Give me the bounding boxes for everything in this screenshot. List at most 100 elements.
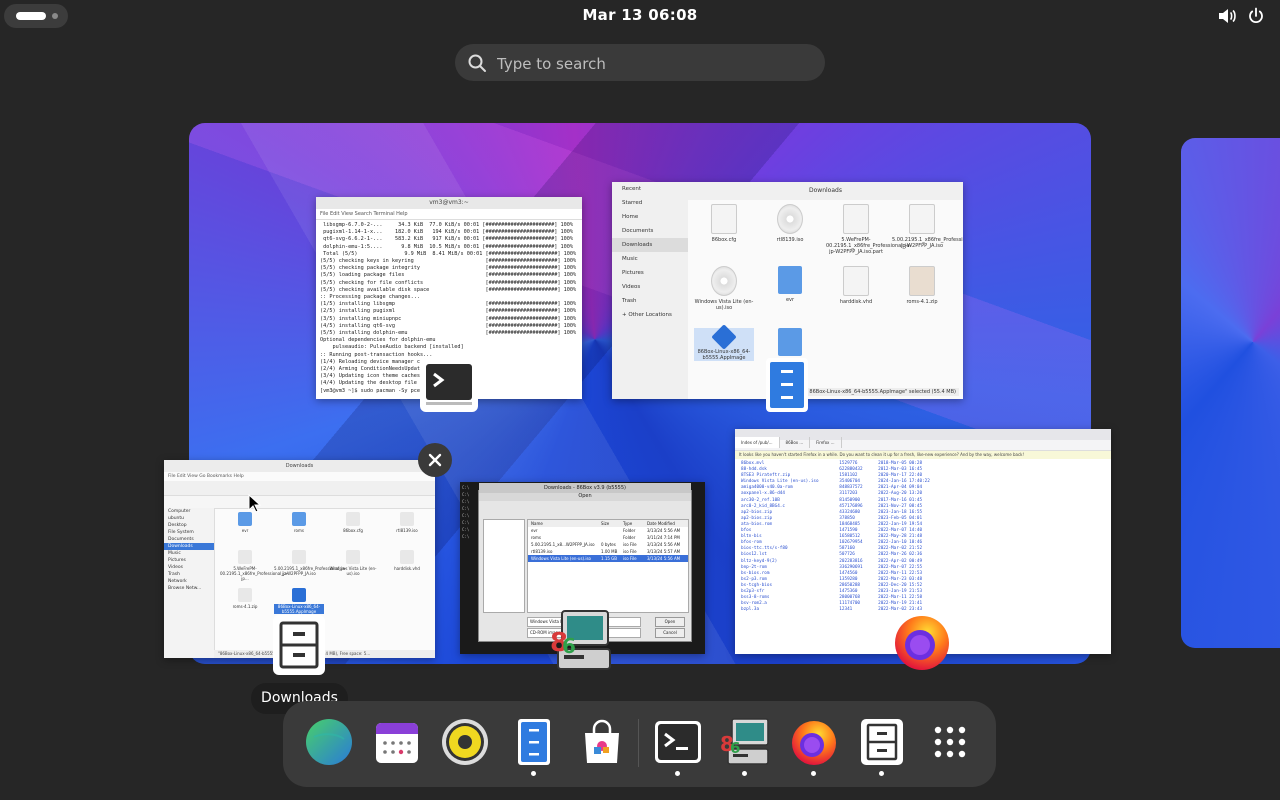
places-item[interactable]: File System xyxy=(164,529,214,536)
music-player-icon xyxy=(442,719,488,765)
file-icon xyxy=(346,550,360,564)
sidebar-item[interactable]: Downloads xyxy=(612,238,688,252)
list-row[interactable]: 5.00.2195.1_x8...W2PFPP_JA.iso 0 bytes iso… xyxy=(528,541,688,548)
dock-item-files[interactable] xyxy=(509,717,559,776)
sidebar-item[interactable]: Recent xyxy=(612,182,688,196)
places-item[interactable]: Documents xyxy=(164,536,214,543)
dock-item-rhythmbox[interactable] xyxy=(440,717,490,771)
window-title: Downloads xyxy=(164,460,435,472)
file-item[interactable]: 86box.cfg xyxy=(328,512,378,533)
file-icon xyxy=(238,550,252,564)
dock-item-86box[interactable]: 86 xyxy=(720,717,770,776)
dock-separator xyxy=(638,719,639,767)
column-header[interactable]: Date Modified xyxy=(647,521,685,526)
file-item[interactable]: harddisk.vhd xyxy=(826,266,886,305)
file-item[interactable]: 5.WeFrePM-00.2195.1_x86fre_Professional_… xyxy=(826,204,911,255)
list-row[interactable]: evr Folder 3/13/24 5:56 AM xyxy=(528,527,688,534)
clock[interactable]: Mar 13 06:08 xyxy=(0,6,1280,24)
dock-item-software-store[interactable] xyxy=(577,717,627,771)
sidebar-item[interactable]: Documents xyxy=(612,224,688,238)
list-row[interactable]: rtl8139.iso 1.00 MB iso File 3/13/24 5:57 A… xyxy=(528,548,688,555)
file-item[interactable]: roms-4.1.zip xyxy=(220,588,270,609)
column-header[interactable]: Name xyxy=(531,521,601,526)
search-icon xyxy=(468,54,486,72)
open-button[interactable]: Open xyxy=(655,617,685,627)
next-workspace-thumbnail[interactable] xyxy=(1181,138,1280,648)
list-row[interactable]: roms Folder 3/11/24 7:14 PM xyxy=(528,534,688,541)
file-item[interactable]: 5.00.2195.1_x86fre_Professional_ja-jp-W2… xyxy=(892,204,963,249)
column-header[interactable]: Size xyxy=(601,521,623,526)
column-header[interactable]: Type xyxy=(623,521,647,526)
dock-item-firefox[interactable] xyxy=(789,717,839,776)
places-item[interactable]: Music xyxy=(164,550,214,557)
browser-tab[interactable]: Index of /pub/... xyxy=(735,437,780,448)
file-item[interactable]: Windows Vista Lite (en-us).iso xyxy=(694,266,754,311)
places-item[interactable]: Computer xyxy=(164,508,214,515)
sidebar-item[interactable]: Trash xyxy=(612,294,688,308)
sidebar-item[interactable]: Music xyxy=(612,252,688,266)
files-app-icon xyxy=(764,356,810,414)
file-item[interactable]: 86Box-Linux-x86_64-b5555.AppImage xyxy=(274,588,324,614)
places-item[interactable]: ubuntu xyxy=(164,515,214,522)
sidebar-item[interactable]: Home xyxy=(612,210,688,224)
file-item[interactable]: 86box.cfg xyxy=(694,204,754,243)
cancel-button[interactable]: Cancel xyxy=(655,628,685,638)
sidebar-item[interactable]: + Other Locations xyxy=(612,308,688,322)
file-name: harddisk.vhd xyxy=(839,299,873,305)
file-item[interactable] xyxy=(760,328,820,359)
doc-file-icon xyxy=(843,266,869,296)
dock-item-file-cabinet[interactable] xyxy=(857,717,907,776)
terminal-line: Total (5/5) 9.9 MiB 8.41 MiB/s 00:01 [##… xyxy=(320,250,577,257)
list-cell: rtl8139.iso xyxy=(531,549,553,554)
file-item[interactable]: roms xyxy=(274,512,324,533)
file-name: 5.00.2195.1_x86fre_Professional_ja-jp-W2… xyxy=(274,566,347,576)
toolbar xyxy=(164,481,435,496)
places-item[interactable]: Browse Netw... xyxy=(164,585,214,592)
86box-app-icon: 86 xyxy=(548,607,612,673)
file-item[interactable]: 5.WeFrePM-00.2195.1_x86fre_Professional_… xyxy=(220,550,288,581)
browser-tab[interactable]: 86Box ... xyxy=(780,437,811,448)
svg-text:6: 6 xyxy=(730,739,740,757)
file-name: 86Box-Linux-x86_64-b5555.AppImage xyxy=(697,349,751,361)
dock-item-calendar[interactable] xyxy=(372,717,422,771)
file-item[interactable]: roms-4.1.zip xyxy=(892,266,952,305)
close-window-button[interactable] xyxy=(418,443,452,477)
dock-item-terminal[interactable] xyxy=(653,717,703,776)
search-box[interactable] xyxy=(455,44,825,83)
sidebar-item[interactable]: Videos xyxy=(612,280,688,294)
window-title: vm3@vm3:~ xyxy=(316,197,582,209)
file-item[interactable]: evr xyxy=(760,266,820,303)
file-item[interactable]: 86Box-Linux-x86_64-b5555.AppImage xyxy=(694,324,754,361)
terminal-line: qt6-svg-6.6.2-1-... 583.2 KiB 917 KiB/s … xyxy=(320,236,573,243)
terminal-icon xyxy=(655,721,701,763)
sidebar-item[interactable]: Pictures xyxy=(612,266,688,280)
file-item[interactable]: evr xyxy=(220,512,270,533)
terminal-line: (4/5) installing qt6-svg [##############… xyxy=(320,322,577,329)
dock-item-web-browser[interactable] xyxy=(304,717,354,771)
places-item[interactable]: Trash xyxy=(164,571,214,578)
volume-icon[interactable] xyxy=(1217,7,1237,25)
places-item[interactable]: Pictures xyxy=(164,557,214,564)
places-item[interactable]: Videos xyxy=(164,564,214,571)
sidebar-item[interactable]: Starred xyxy=(612,196,688,210)
dock-item-show-apps[interactable] xyxy=(925,717,975,771)
power-icon[interactable] xyxy=(1246,6,1266,26)
path-bar: Downloads xyxy=(688,182,963,200)
directory-listing: 86box.mvl 1529776 2018-Mar-05 00:28 88-hd… xyxy=(735,459,1111,615)
places-item[interactable]: Desktop xyxy=(164,522,214,529)
globe-icon xyxy=(306,719,352,765)
places-item[interactable]: Downloads xyxy=(164,543,214,550)
file-item[interactable]: rtl8139.iso xyxy=(760,204,820,243)
file-item[interactable]: 5.00.2195.1_x86fre_Professional_ja-jp-W2… xyxy=(274,550,347,576)
browser-tab[interactable]: Firefox ... xyxy=(810,437,842,448)
list-row[interactable]: Windows Vista Lite (en-us).iso 1.15 GB iso… xyxy=(528,555,688,562)
terminal-line: (5/5) checking available disk space [###… xyxy=(320,286,577,293)
places-item[interactable]: Network xyxy=(164,578,214,585)
file-item[interactable]: Windows Vista Lite (en-us).iso xyxy=(328,550,378,576)
search-input[interactable] xyxy=(495,44,809,83)
file-icon xyxy=(238,512,252,526)
file-item[interactable]: harddisk.vhd xyxy=(382,550,432,571)
file-name: 86box.cfg xyxy=(343,528,363,533)
file-item[interactable]: rtl8139.iso xyxy=(382,512,432,533)
list-cell: 1.15 GB xyxy=(601,556,618,561)
